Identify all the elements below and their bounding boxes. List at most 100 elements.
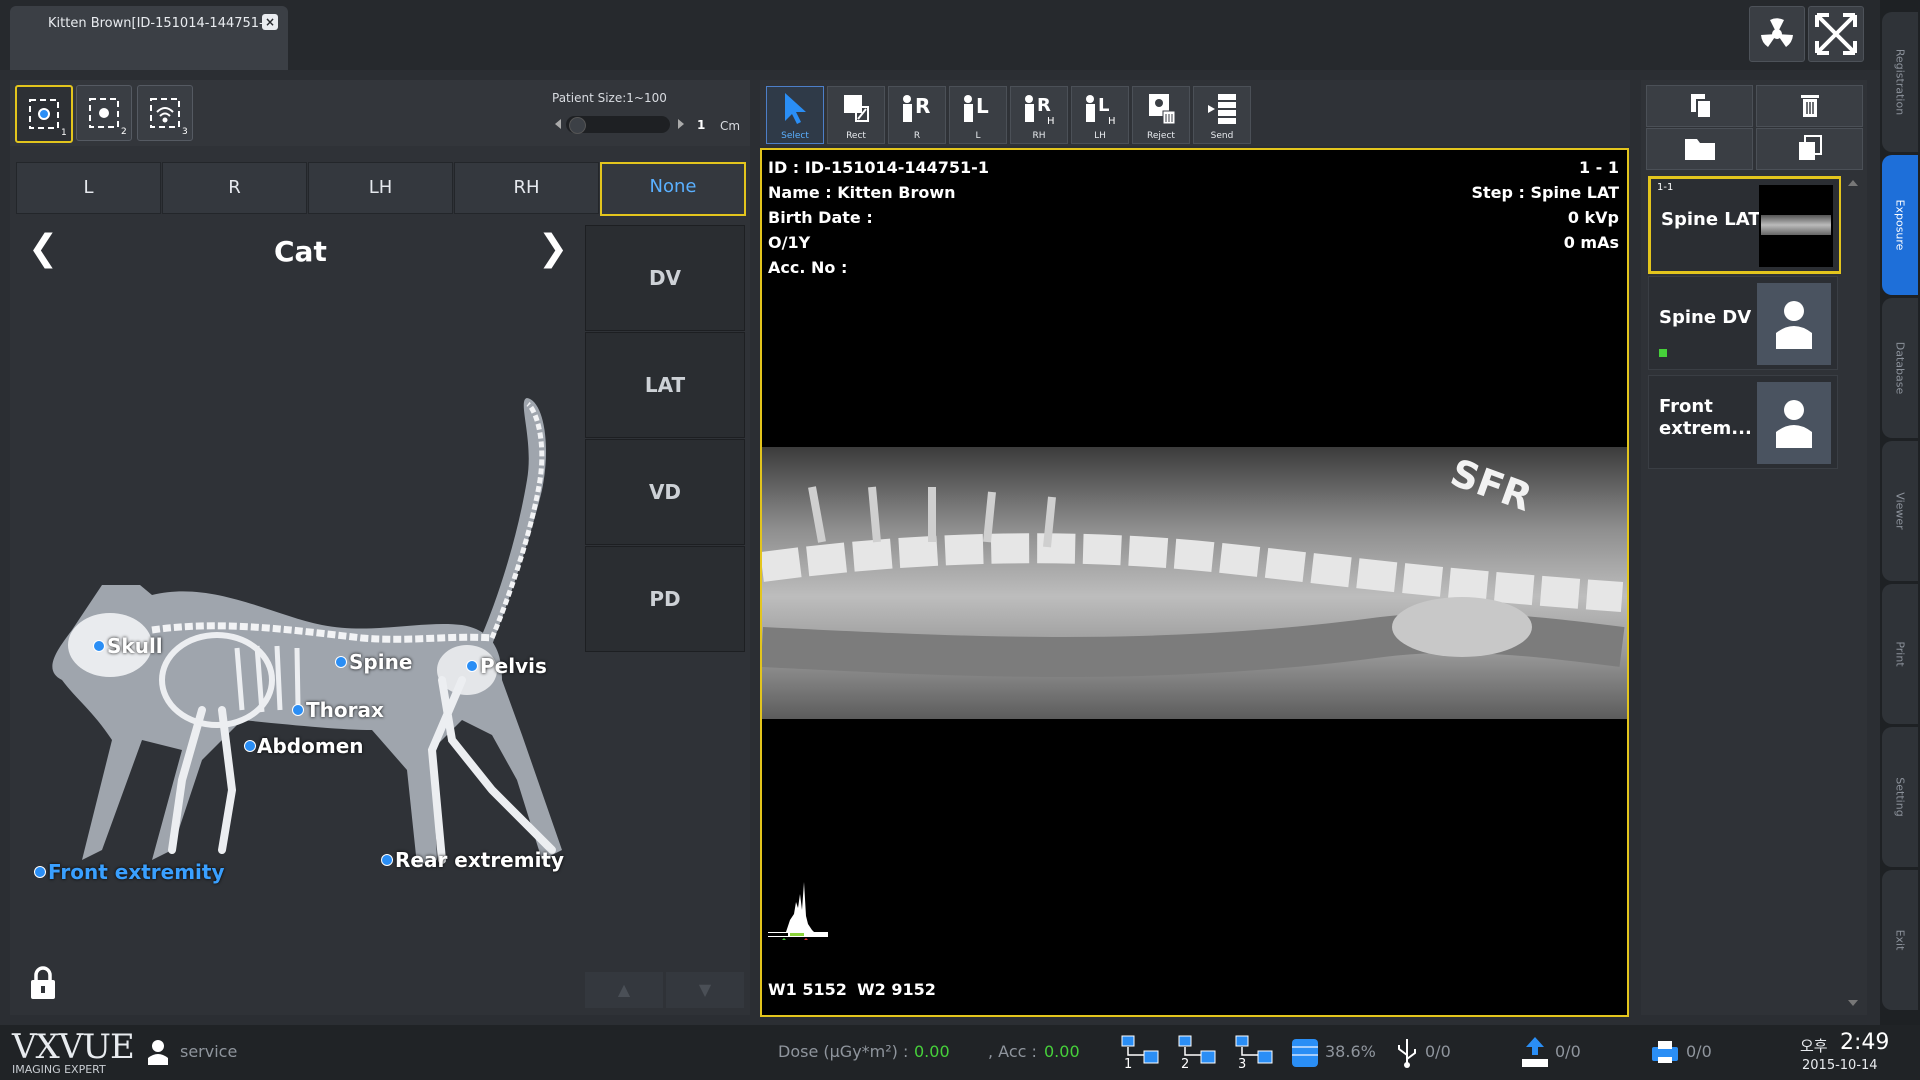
person-icon xyxy=(1757,382,1831,464)
patient-tab[interactable]: Kitten Brown[ID-151014-144751-1] × xyxy=(10,6,288,70)
scroll-up-button[interactable]: ▲ xyxy=(585,972,663,1008)
tool-label: Reject xyxy=(1147,131,1175,141)
copy-icon xyxy=(1691,94,1712,119)
abdomen-hotspot[interactable] xyxy=(244,740,256,752)
clock-time: 2:49 xyxy=(1840,1030,1890,1055)
marker-l-icon: L xyxy=(964,94,989,122)
wireless-detector-icon: 3 xyxy=(150,98,188,137)
scroll-down-button[interactable]: ▼ xyxy=(666,972,744,1008)
side-button-l[interactable]: L xyxy=(16,162,161,214)
status-bar: VXVUE IMAGING EXPERT service Dose (μGy*m… xyxy=(0,1025,1920,1080)
prev-species-arrow[interactable]: ❮ xyxy=(28,228,58,269)
radiation-button[interactable] xyxy=(1749,6,1805,62)
side-button-r[interactable]: R xyxy=(162,162,307,214)
nav-tab-exposure[interactable]: Exposure xyxy=(1882,155,1918,295)
nav-tab-setting[interactable]: Setting xyxy=(1882,727,1918,867)
thumbnail-spine-lat[interactable]: 1-1 Spine LAT xyxy=(1648,176,1842,274)
species-name: Cat xyxy=(274,235,327,268)
usb-icon xyxy=(1398,1039,1416,1068)
scroll-down-arrow[interactable] xyxy=(1848,1000,1858,1006)
print-icon xyxy=(1652,1041,1678,1063)
send-icon xyxy=(1208,94,1236,124)
view-button-dv[interactable]: DV xyxy=(585,225,745,331)
copy-button[interactable] xyxy=(1646,85,1753,127)
body-part-thorax[interactable]: Thorax xyxy=(306,698,384,722)
size-decrease-arrow[interactable] xyxy=(555,119,561,129)
nav-tab-exit[interactable]: Exit xyxy=(1882,870,1918,1010)
view-button-pd[interactable]: PD xyxy=(585,546,745,652)
nav-tab-print[interactable]: Print xyxy=(1882,584,1918,724)
side-button-none[interactable]: None xyxy=(600,162,746,216)
marker-lh-button[interactable]: LH LH xyxy=(1071,86,1129,144)
tool-label: L xyxy=(975,131,981,141)
patient-tab-label: Kitten Brown[ID-151014-144751-1] xyxy=(48,16,278,31)
body-part-front-extremity[interactable]: Front extremity xyxy=(48,860,225,884)
detector-3-button[interactable]: 3 xyxy=(137,85,193,141)
detector-3-number: 3 xyxy=(182,127,188,137)
image-viewer[interactable]: SFR ID : ID-151014-144751-1 Name : Kitte… xyxy=(760,148,1629,1017)
sex-age: O/1Y xyxy=(768,233,811,252)
rear-extremity-hotspot[interactable] xyxy=(381,854,393,866)
folder-button[interactable] xyxy=(1646,128,1753,170)
nav-tab-label: Exit xyxy=(1893,929,1907,951)
reject-button[interactable]: Reject xyxy=(1132,86,1190,144)
thorax-hotspot[interactable] xyxy=(292,704,304,716)
svg-text:L: L xyxy=(1098,95,1109,116)
scroll-up-arrow[interactable] xyxy=(1848,180,1858,186)
body-part-spine[interactable]: Spine xyxy=(349,650,412,674)
select-tool-button[interactable]: Select xyxy=(766,86,824,144)
detector-2-number: 2 xyxy=(121,127,127,137)
view-button-vd[interactable]: VD xyxy=(585,439,745,545)
nav-tab-viewer[interactable]: Viewer xyxy=(1882,441,1918,581)
front-extremity-hotspot[interactable] xyxy=(34,866,46,878)
skull-hotspot[interactable] xyxy=(93,640,105,652)
patient-size-value: 1 xyxy=(697,118,706,132)
side-button-rh[interactable]: RH xyxy=(454,162,599,214)
marker-rh-button[interactable]: RH RH xyxy=(1010,86,1068,144)
fullscreen-button[interactable] xyxy=(1808,6,1864,62)
next-species-arrow[interactable]: ❯ xyxy=(538,228,568,269)
nav-tab-registration[interactable]: Registration xyxy=(1882,12,1918,152)
side-button-lh[interactable]: LH xyxy=(308,162,453,214)
accession-number: Acc. No : xyxy=(768,258,848,277)
view-button-lat[interactable]: LAT xyxy=(585,332,745,438)
send-button[interactable]: Send xyxy=(1193,86,1251,144)
title-bar: Kitten Brown[ID-151014-144751-1] × xyxy=(0,0,1880,70)
stack-button[interactable] xyxy=(1756,128,1863,170)
lock-icon[interactable] xyxy=(28,965,58,1001)
nav-tab-label: Exposure xyxy=(1893,199,1907,251)
thumbnail-scrollbar[interactable] xyxy=(1841,176,1865,1010)
thumbnail-front-extremity[interactable]: Front extrem... xyxy=(1648,375,1838,469)
tool-label: Rect xyxy=(846,131,866,141)
close-icon[interactable]: × xyxy=(262,14,278,30)
acc-value: 0.00 xyxy=(1044,1042,1080,1061)
marker-r-button[interactable]: R R xyxy=(888,86,946,144)
tool-label: LH xyxy=(1094,131,1106,141)
patient-size-slider[interactable] xyxy=(566,116,670,134)
expand-icon xyxy=(1815,13,1857,55)
marker-r-icon: R xyxy=(903,94,930,122)
thumbnail-spine-dv[interactable]: Spine DV xyxy=(1648,276,1838,370)
detector-1-number: 1 xyxy=(61,128,67,138)
reject-icon xyxy=(1149,94,1176,125)
detector-2-icon: 2 xyxy=(89,98,127,137)
body-part-abdomen[interactable]: Abdomen xyxy=(257,734,364,758)
detector-2-button[interactable]: 2 xyxy=(76,85,132,141)
spine-hotspot[interactable] xyxy=(335,656,347,668)
rect-tool-button[interactable]: Rect xyxy=(827,86,885,144)
nav-tab-database[interactable]: Database xyxy=(1882,298,1918,438)
body-part-pelvis[interactable]: Pelvis xyxy=(480,654,547,678)
cat-skeleton-image[interactable] xyxy=(22,380,582,900)
pelvis-hotspot[interactable] xyxy=(466,660,478,672)
svg-text:R: R xyxy=(915,94,930,118)
marker-l-button[interactable]: L L xyxy=(949,86,1007,144)
thumbnail-name: Front extrem... xyxy=(1659,396,1752,439)
slider-thumb[interactable] xyxy=(569,117,586,134)
patient-id: ID : ID-151014-144751-1 xyxy=(768,158,989,177)
delete-button[interactable] xyxy=(1756,85,1863,127)
body-part-rear-extremity[interactable]: Rear extremity xyxy=(395,848,564,872)
size-increase-arrow[interactable] xyxy=(678,119,684,129)
body-part-skull[interactable]: Skull xyxy=(107,634,163,658)
user-icon xyxy=(148,1040,168,1065)
detector-1-button[interactable]: 1 xyxy=(15,85,73,143)
